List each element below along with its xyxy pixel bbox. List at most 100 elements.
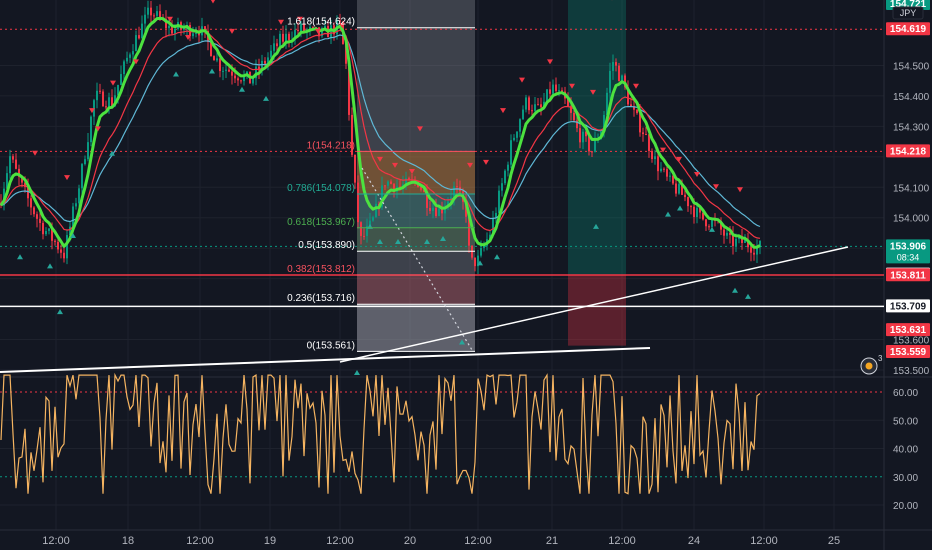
- candle-body: [609, 70, 611, 93]
- candle-body: [687, 197, 689, 207]
- candle-body: [663, 168, 665, 170]
- candle-body: [105, 106, 107, 108]
- rsi-tick-label: 50.00: [893, 416, 918, 427]
- fib-level-label: 1(154.218): [307, 140, 355, 151]
- candle-body: [390, 181, 392, 184]
- candle-body: [96, 90, 98, 101]
- candle-body: [558, 90, 560, 92]
- candle-body: [645, 134, 647, 136]
- candle-body: [531, 110, 533, 112]
- candle-body: [144, 14, 146, 24]
- candle-body: [480, 247, 482, 256]
- candle-body: [432, 207, 434, 211]
- rsi-tick-label: 60.00: [893, 388, 918, 399]
- price-tick-label: 154.000: [893, 214, 930, 225]
- candle-body: [618, 65, 620, 82]
- candle-body: [690, 206, 692, 208]
- time-tick-label: 12:00: [42, 535, 70, 547]
- candle-body: [537, 104, 539, 106]
- trading-chart[interactable]: 1.618(154.624) 1(154.218) 0.786(154.078) 0.…: [0, 0, 932, 550]
- price-tick-label: 154.400: [893, 92, 930, 103]
- candle-body: [507, 164, 509, 171]
- candle-body: [84, 159, 86, 165]
- candle-body: [282, 33, 284, 42]
- candle-body: [279, 33, 281, 47]
- candle-body: [357, 182, 359, 223]
- candle-body: [138, 35, 140, 39]
- candle-body: [375, 203, 377, 218]
- candle-body: [168, 25, 170, 29]
- candle-body: [711, 219, 713, 227]
- candle-body: [612, 62, 614, 71]
- candle-body: [240, 80, 242, 82]
- candle-body: [285, 33, 287, 42]
- time-tick-label: 19: [264, 535, 276, 547]
- candle-body: [213, 56, 215, 61]
- candle-body: [354, 154, 356, 183]
- candle-body: [657, 156, 659, 172]
- candle-body: [147, 7, 149, 15]
- candle-body: [510, 140, 512, 165]
- candle-body: [99, 90, 101, 92]
- candle-body: [66, 235, 68, 259]
- candle-body: [552, 84, 554, 94]
- candle-body: [150, 7, 152, 16]
- fib-zone-0382-0236: [357, 274, 475, 305]
- time-tick-label: 18: [122, 535, 134, 547]
- candle-body: [108, 97, 110, 108]
- candle-body: [288, 33, 290, 41]
- candle-body: [222, 70, 224, 72]
- price-tick-label: 154.500: [893, 61, 930, 72]
- candle-body: [525, 97, 527, 110]
- fib-level-label: 0(153.561): [307, 340, 355, 351]
- candle-body: [153, 15, 155, 17]
- price-tick-label: 153.600: [893, 336, 930, 347]
- candle-body: [60, 249, 62, 253]
- candle-body: [219, 58, 221, 72]
- candle-body: [123, 61, 125, 75]
- alert-icon-dot: [865, 362, 873, 370]
- fib-level-label: 0.5(153.890): [298, 240, 355, 251]
- price-badge: 154.218: [886, 144, 930, 158]
- price-badge: 153.709: [886, 299, 930, 313]
- candle-body: [297, 29, 299, 31]
- candle-body: [666, 169, 668, 177]
- candle-body: [750, 247, 752, 253]
- time-tick-label: 12:00: [186, 535, 214, 547]
- price-badge: 154.619: [886, 22, 930, 36]
- candle-body: [660, 168, 662, 172]
- candle-body: [669, 175, 671, 177]
- candle-body: [438, 208, 440, 217]
- candle-body: [12, 156, 14, 160]
- candle-body: [516, 131, 518, 138]
- candle-body: [429, 207, 431, 211]
- candle-body: [360, 222, 362, 236]
- price-tick-label: 153.500: [893, 366, 930, 377]
- candle-body: [675, 183, 677, 194]
- candle-body: [9, 156, 11, 174]
- candle-body: [39, 218, 41, 223]
- time-tick-label: 24: [688, 535, 700, 547]
- candle-body: [549, 89, 551, 94]
- time-tick-label: 20: [404, 535, 416, 547]
- candle-body: [192, 33, 194, 37]
- candle-body: [591, 151, 593, 153]
- candle-body: [435, 207, 437, 217]
- candle-body: [501, 183, 503, 191]
- candle-body: [384, 185, 386, 187]
- candle-body: [90, 116, 92, 143]
- candle-body: [57, 241, 59, 250]
- candle-body: [252, 78, 254, 84]
- candle-body: [456, 186, 458, 188]
- candle-body: [276, 43, 278, 47]
- fib-level-label: 1.618(154.624): [287, 17, 355, 28]
- time-tick-label: 25: [828, 535, 840, 547]
- price-badge: 153.811: [886, 268, 930, 282]
- candle-body: [33, 207, 35, 215]
- candle-body: [684, 194, 686, 198]
- candle-body: [270, 50, 272, 58]
- candle-body: [54, 240, 56, 242]
- candle-body: [231, 71, 233, 76]
- currency-label-text: JPY: [900, 8, 917, 18]
- candle-body: [81, 164, 83, 189]
